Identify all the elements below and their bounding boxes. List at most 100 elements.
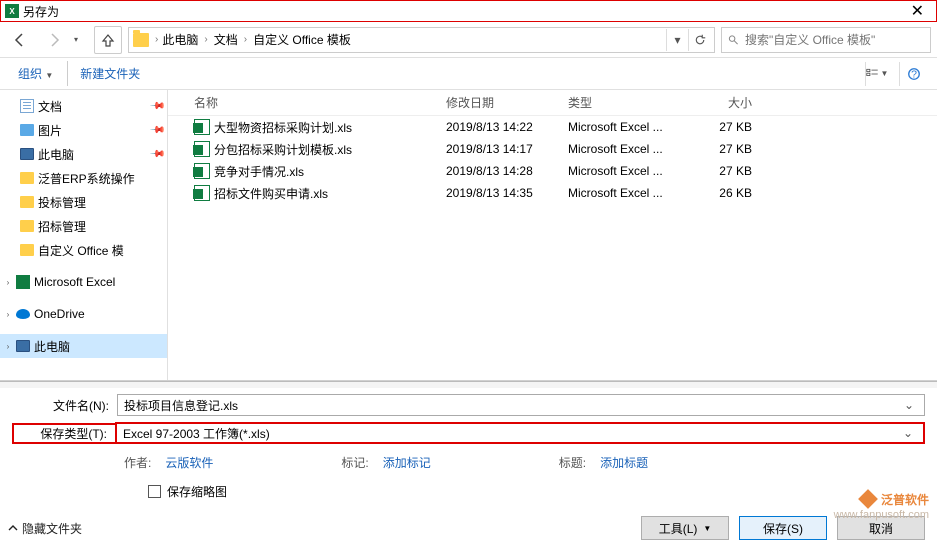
column-type[interactable]: 类型	[564, 94, 686, 111]
file-date: 2019/8/13 14:28	[442, 164, 564, 178]
form-area: 文件名(N): ⌄ 保存类型(T): Excel 97-2003 工作簿(*.x…	[0, 388, 937, 510]
back-button[interactable]	[6, 26, 34, 54]
excel-icon: X	[5, 4, 19, 18]
crumb-documents[interactable]: 文档	[210, 29, 242, 50]
search-icon	[728, 34, 739, 46]
sidebar-item-folder[interactable]: 泛普ERP系统操作	[0, 166, 167, 190]
column-date[interactable]: 修改日期	[442, 94, 564, 111]
cancel-button[interactable]: 取消	[837, 516, 925, 540]
svg-text:?: ?	[911, 68, 917, 80]
forward-button[interactable]	[40, 26, 68, 54]
hide-folders-label: 隐藏文件夹	[22, 520, 82, 537]
up-button[interactable]	[94, 26, 122, 54]
file-name: 竞争对手情况.xls	[214, 163, 304, 180]
xls-file-icon	[194, 185, 210, 201]
chevron-right-icon[interactable]: ›	[4, 342, 12, 351]
chevron-right-icon[interactable]: ›	[4, 278, 12, 287]
excel-icon	[16, 275, 30, 289]
file-name: 大型物资招标采购计划.xls	[214, 119, 352, 136]
tag-value[interactable]: 添加标记	[383, 454, 431, 471]
folder-icon	[20, 196, 34, 208]
sidebar-item-documents[interactable]: 文档📌	[0, 94, 167, 118]
filename-input[interactable]: ⌄	[117, 394, 925, 416]
pc-icon	[20, 148, 34, 160]
sidebar-item-excel[interactable]: › Microsoft Excel	[0, 270, 167, 294]
folder-icon	[20, 220, 34, 232]
tools-button[interactable]: 工具(L)▼	[641, 516, 729, 540]
author-value[interactable]: 云版软件	[165, 454, 213, 471]
xls-file-icon	[194, 141, 210, 157]
sidebar-item-label: 招标管理	[38, 218, 86, 235]
file-name: 分包招标采购计划模板.xls	[214, 141, 352, 158]
filetype-select[interactable]: Excel 97-2003 工作簿(*.xls) ⌄	[115, 422, 925, 444]
column-size[interactable]: 大小	[686, 94, 756, 111]
crumb-this-pc[interactable]: 此电脑	[158, 29, 202, 50]
thumbnail-row: 保存缩略图	[12, 481, 925, 510]
dropdown-icon[interactable]: ▾	[666, 29, 688, 51]
file-type: Microsoft Excel ...	[564, 120, 686, 134]
close-icon[interactable]: ✕	[903, 1, 932, 21]
folder-icon	[20, 244, 34, 256]
search-input[interactable]	[721, 27, 931, 53]
sidebar-item-label: Microsoft Excel	[34, 275, 115, 289]
author-label: 作者:	[124, 454, 151, 471]
file-size: 27 KB	[686, 164, 756, 178]
sidebar-item-label: 此电脑	[38, 146, 74, 163]
sidebar-item-folder[interactable]: 自定义 Office 模	[0, 238, 167, 262]
chevron-right-icon: ›	[244, 34, 247, 45]
view-mode-button[interactable]: ▼	[865, 62, 893, 86]
filetype-value: Excel 97-2003 工作簿(*.xls)	[123, 425, 899, 442]
main-area: 文档📌 图片📌 此电脑📌 泛普ERP系统操作 投标管理 招标管理 自定义 Off…	[0, 90, 937, 380]
sidebar-item-onedrive[interactable]: ›OneDrive	[0, 302, 167, 326]
cloud-icon	[16, 309, 30, 319]
file-row[interactable]: 大型物资招标采购计划.xls 2019/8/13 14:22Microsoft E…	[168, 116, 937, 138]
filename-field[interactable]	[124, 398, 900, 412]
xls-file-icon	[194, 119, 210, 135]
dropdown-icon[interactable]: ⌄	[900, 398, 918, 412]
new-folder-button[interactable]: 新建文件夹	[67, 61, 148, 86]
organize-button[interactable]: 组织 ▼	[10, 61, 61, 86]
title-meta-value[interactable]: 添加标题	[600, 454, 648, 471]
file-row[interactable]: 分包招标采购计划模板.xls2019/8/13 14:17Microsoft E…	[168, 138, 937, 160]
help-button[interactable]: ?	[899, 62, 927, 86]
sidebar-item-pictures[interactable]: 图片📌	[0, 118, 167, 142]
thumbnail-checkbox[interactable]	[148, 485, 161, 498]
filename-label: 文件名(N):	[12, 397, 117, 414]
address-bar[interactable]: › 此电脑 › 文档 › 自定义 Office 模板 ▾	[128, 27, 715, 53]
sidebar-item-folder[interactable]: 投标管理	[0, 190, 167, 214]
chevron-right-icon[interactable]: ›	[4, 310, 12, 319]
crumb-current[interactable]: 自定义 Office 模板	[249, 29, 355, 50]
chevron-up-icon	[8, 523, 18, 533]
file-size: 26 KB	[686, 186, 756, 200]
sidebar-item-label: 泛普ERP系统操作	[38, 170, 135, 187]
thumbnail-label[interactable]: 保存缩略图	[167, 483, 227, 500]
file-type: Microsoft Excel ...	[564, 186, 686, 200]
file-row[interactable]: 招标文件购买申请.xls 2019/8/13 14:35Microsoft Exc…	[168, 182, 937, 204]
toolbar: 组织 ▼ 新建文件夹 ▼ ?	[0, 58, 937, 90]
file-type: Microsoft Excel ...	[564, 164, 686, 178]
column-header: 名称 修改日期 类型 大小	[168, 90, 937, 116]
file-size: 27 KB	[686, 120, 756, 134]
button-row: 隐藏文件夹 工具(L)▼ 保存(S) 取消	[0, 510, 937, 548]
search-field[interactable]	[745, 33, 924, 47]
chevron-right-icon: ›	[204, 34, 207, 45]
file-date: 2019/8/13 14:22	[442, 120, 564, 134]
save-button[interactable]: 保存(S)	[739, 516, 827, 540]
file-date: 2019/8/13 14:35	[442, 186, 564, 200]
file-row[interactable]: 竞争对手情况.xls 2019/8/13 14:28Microsoft Excel…	[168, 160, 937, 182]
dropdown-icon[interactable]: ⌄	[899, 426, 917, 440]
hide-folders-button[interactable]: 隐藏文件夹	[8, 520, 82, 537]
sidebar-item-label: 此电脑	[34, 338, 70, 355]
refresh-icon[interactable]	[688, 29, 710, 51]
sidebar-item-this-pc[interactable]: 此电脑📌	[0, 142, 167, 166]
sidebar-item-this-pc-root[interactable]: › 此电脑	[0, 334, 167, 358]
sidebar-item-label: 自定义 Office 模	[38, 242, 124, 259]
sidebar-item-label: 文档	[38, 98, 62, 115]
column-name[interactable]: 名称	[190, 94, 442, 111]
sidebar-item-label: 投标管理	[38, 194, 86, 211]
tag-label: 标记:	[341, 454, 368, 471]
document-icon	[20, 99, 34, 113]
sidebar-item-folder[interactable]: 招标管理	[0, 214, 167, 238]
history-dropdown-icon[interactable]: ▾	[74, 35, 88, 44]
file-name: 招标文件购买申请.xls	[214, 185, 328, 202]
